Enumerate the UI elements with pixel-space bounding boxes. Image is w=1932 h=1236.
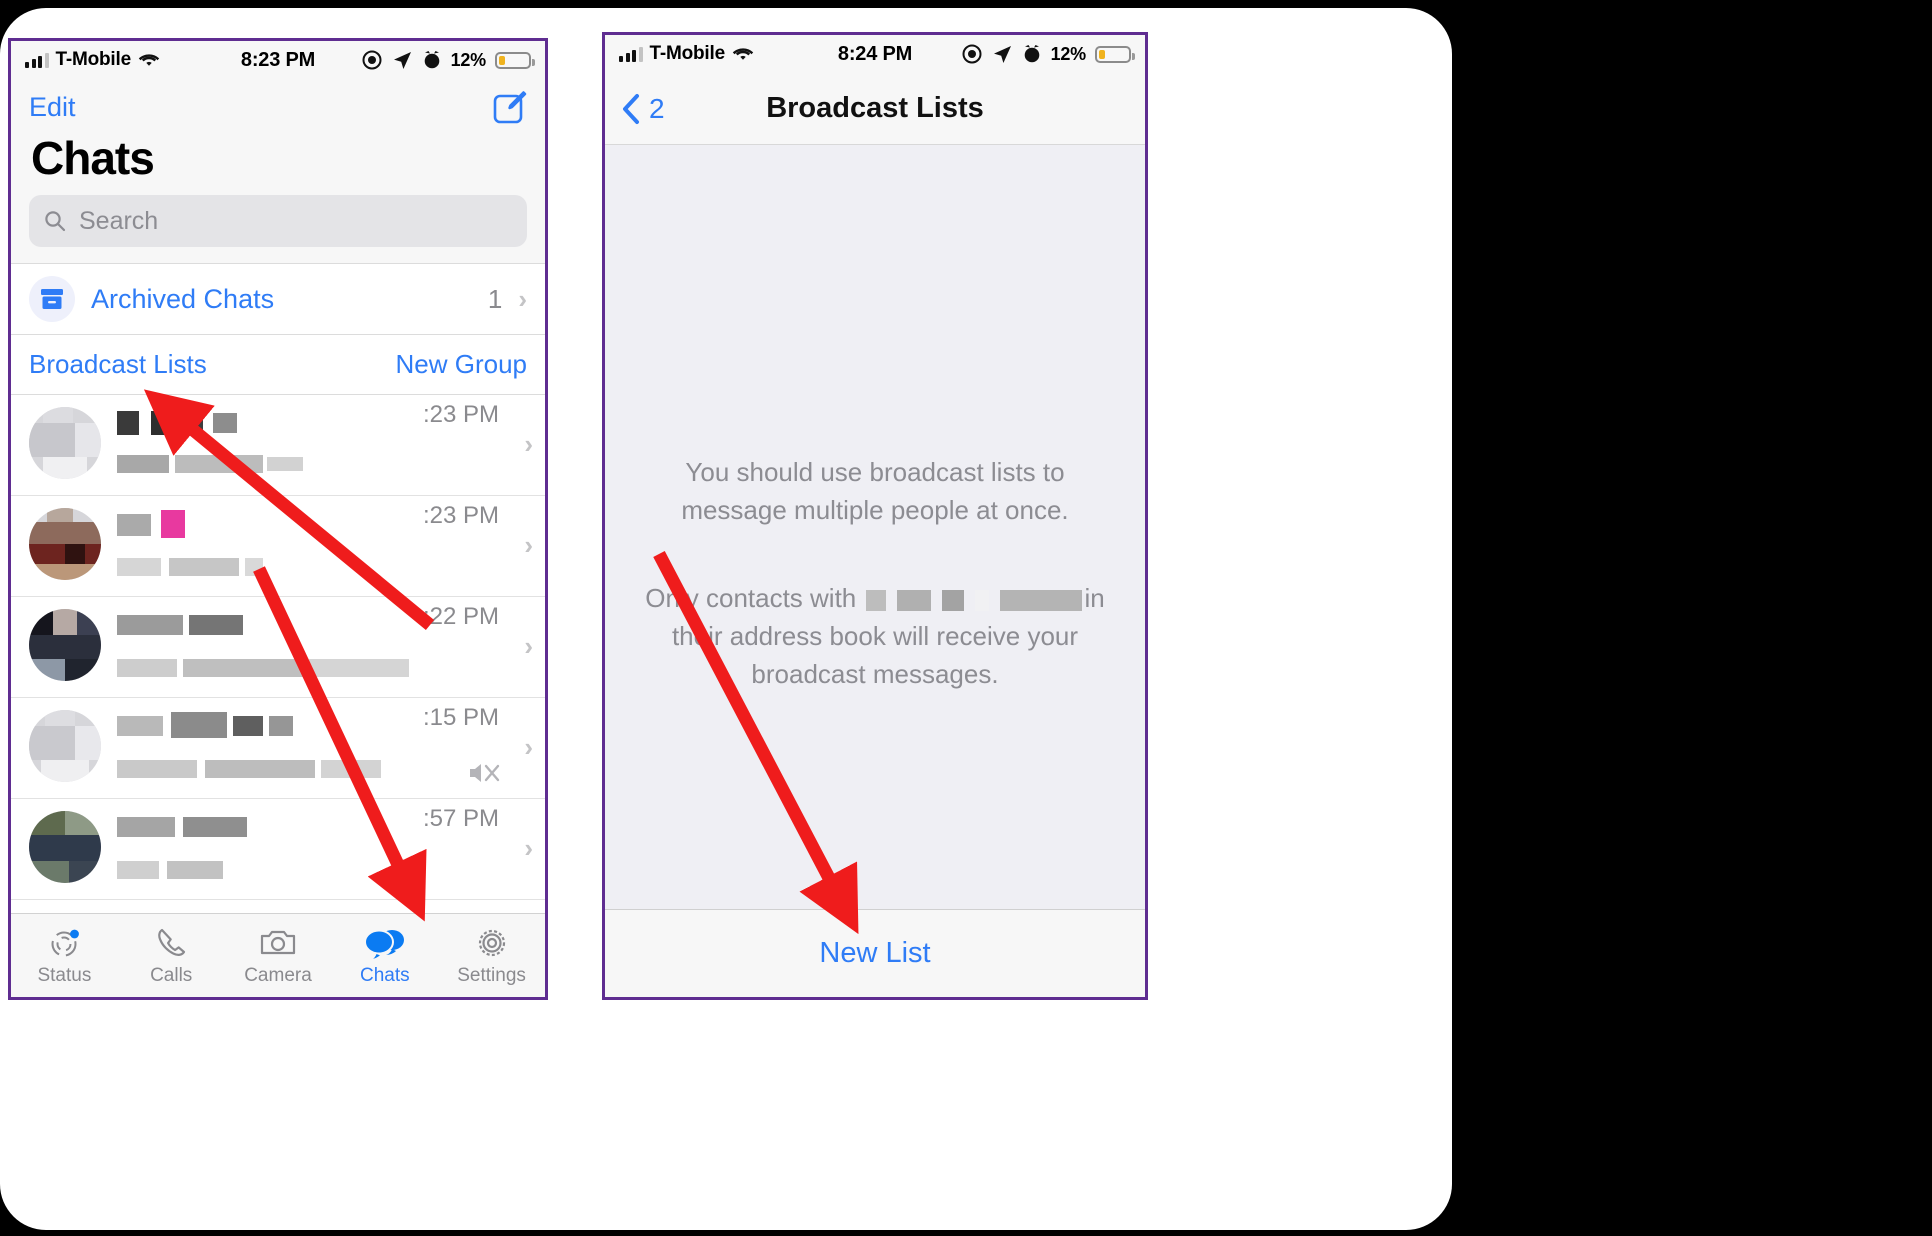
signal-bars-icon: [25, 52, 49, 68]
status-bar-right-group: 12%: [361, 49, 535, 71]
timestamp: :23 PM: [422, 401, 499, 428]
bottom-tab-bar: Status Calls Camera Chats Settings: [11, 913, 545, 997]
search-icon: [45, 211, 66, 232]
screen-record-icon: [962, 44, 982, 64]
table-row[interactable]: :23 PM ›: [11, 496, 545, 597]
search-placeholder: Search: [79, 206, 159, 235]
search-input[interactable]: Search: [29, 195, 527, 247]
status-ring-icon: [51, 929, 80, 956]
broadcast-lists-button[interactable]: Broadcast Lists: [29, 349, 207, 380]
archived-chats-count: 1: [487, 283, 503, 314]
status-bar-left-group: T-Mobile: [619, 43, 754, 65]
timestamp: :57 PM: [422, 805, 499, 832]
signal-bars-icon: [619, 46, 643, 62]
chevron-right-icon: ›: [524, 732, 533, 762]
status-bar-left: T-Mobile 8:23 PM 12%: [11, 41, 545, 79]
chevron-right-icon: ›: [524, 530, 533, 560]
tab-chats[interactable]: Chats: [331, 925, 438, 987]
battery-icon: [1095, 45, 1135, 63]
avatar: [29, 811, 101, 883]
redacted-block: [1000, 589, 1083, 611]
redacted-block: [975, 589, 990, 611]
location-arrow-icon: [393, 51, 411, 69]
avatar: [29, 609, 101, 681]
location-arrow-icon: [993, 45, 1011, 63]
avatar: [29, 710, 101, 782]
broadcast-actions-row: Broadcast Lists New Group: [11, 335, 545, 395]
mute-icon: [470, 764, 500, 782]
tab-camera[interactable]: Camera: [225, 925, 332, 987]
tab-label: Camera: [244, 964, 312, 986]
tab-settings[interactable]: Settings: [438, 925, 545, 987]
right-nav-bar: 2 Broadcast Lists: [605, 73, 1145, 145]
broadcast-empty-state: You should use broadcast lists to messag…: [605, 145, 1145, 909]
chevron-right-icon: ›: [518, 283, 527, 314]
table-row[interactable]: :22 PM ›: [11, 597, 545, 698]
wifi-icon: [732, 48, 754, 60]
wifi-icon: [138, 54, 160, 66]
tab-label: Status: [37, 964, 92, 986]
chevron-right-icon: ›: [524, 631, 533, 661]
avatar: [29, 508, 101, 580]
tab-label: Chats: [359, 964, 410, 986]
status-bar-right: T-Mobile 8:24 PM 12%: [605, 35, 1145, 73]
compose-icon[interactable]: [493, 90, 527, 124]
right-phone-screen: T-Mobile 8:24 PM 12% 2 Broadcast Lists Y…: [602, 32, 1148, 1000]
archived-chats-row[interactable]: Archived Chats 1 ›: [11, 263, 545, 335]
chevron-right-icon: ›: [524, 833, 533, 863]
edit-button[interactable]: Edit: [29, 92, 76, 123]
tab-status[interactable]: Status: [11, 925, 118, 987]
left-nav-bar: Edit Chats Search: [11, 79, 545, 263]
carrier-label: T-Mobile: [55, 49, 132, 70]
archive-box-icon: [29, 276, 75, 322]
page-title: Broadcast Lists: [766, 92, 984, 124]
battery-percent-label: 12%: [1050, 43, 1087, 64]
chat-bubbles-icon: [363, 929, 404, 961]
gear-icon: [478, 929, 505, 956]
status-bar-right-group: 12%: [961, 43, 1135, 65]
phone-icon: [158, 928, 186, 956]
timestamp: :15 PM: [422, 704, 499, 731]
left-phone-screen: T-Mobile 8:23 PM 12% Edit Chats Search A…: [8, 38, 548, 1000]
battery-percent-label: 12%: [450, 49, 487, 70]
avatar: [29, 407, 101, 479]
archived-chats-label: Archived Chats: [91, 283, 275, 314]
redacted-block: [941, 589, 964, 611]
paragraph-2-prefix: Only contacts with: [645, 583, 857, 613]
table-row[interactable]: :15 PM ›: [11, 698, 545, 799]
battery-icon: [495, 51, 535, 69]
tab-label: Settings: [457, 964, 526, 986]
back-button[interactable]: 2: [621, 93, 665, 125]
chevron-right-icon: ›: [524, 429, 533, 459]
redacted-block: [865, 589, 886, 611]
chevron-left-icon: [623, 93, 639, 124]
screenshot-stage: T-Mobile 8:23 PM 12% Edit Chats Search A…: [0, 0, 1932, 1236]
page-title: Chats: [31, 132, 155, 184]
alarm-icon: [424, 51, 439, 69]
table-row[interactable]: :57 PM ›: [11, 799, 545, 900]
timestamp: :22 PM: [422, 603, 499, 630]
back-button-label: 2: [649, 92, 665, 124]
tab-calls[interactable]: Calls: [118, 925, 225, 987]
tab-label: Calls: [150, 964, 193, 986]
camera-icon: [260, 930, 296, 954]
table-row[interactable]: :23 PM ›: [11, 395, 545, 496]
redacted-block: [896, 589, 931, 611]
status-bar-left-group: T-Mobile: [25, 49, 160, 71]
carrier-label: T-Mobile: [649, 43, 726, 64]
empty-state-paragraph-1: You should use broadcast lists to messag…: [681, 457, 1069, 525]
timestamp: :23 PM: [422, 502, 499, 529]
nav-row: Edit: [29, 85, 527, 129]
empty-state-paragraph-2: Only contacts with in their address book…: [640, 579, 1110, 693]
new-group-button[interactable]: New Group: [396, 349, 528, 380]
alarm-icon: [1024, 45, 1039, 63]
screen-record-icon: [362, 50, 382, 70]
new-list-bar: New List: [605, 909, 1145, 997]
new-list-button[interactable]: New List: [819, 937, 930, 970]
